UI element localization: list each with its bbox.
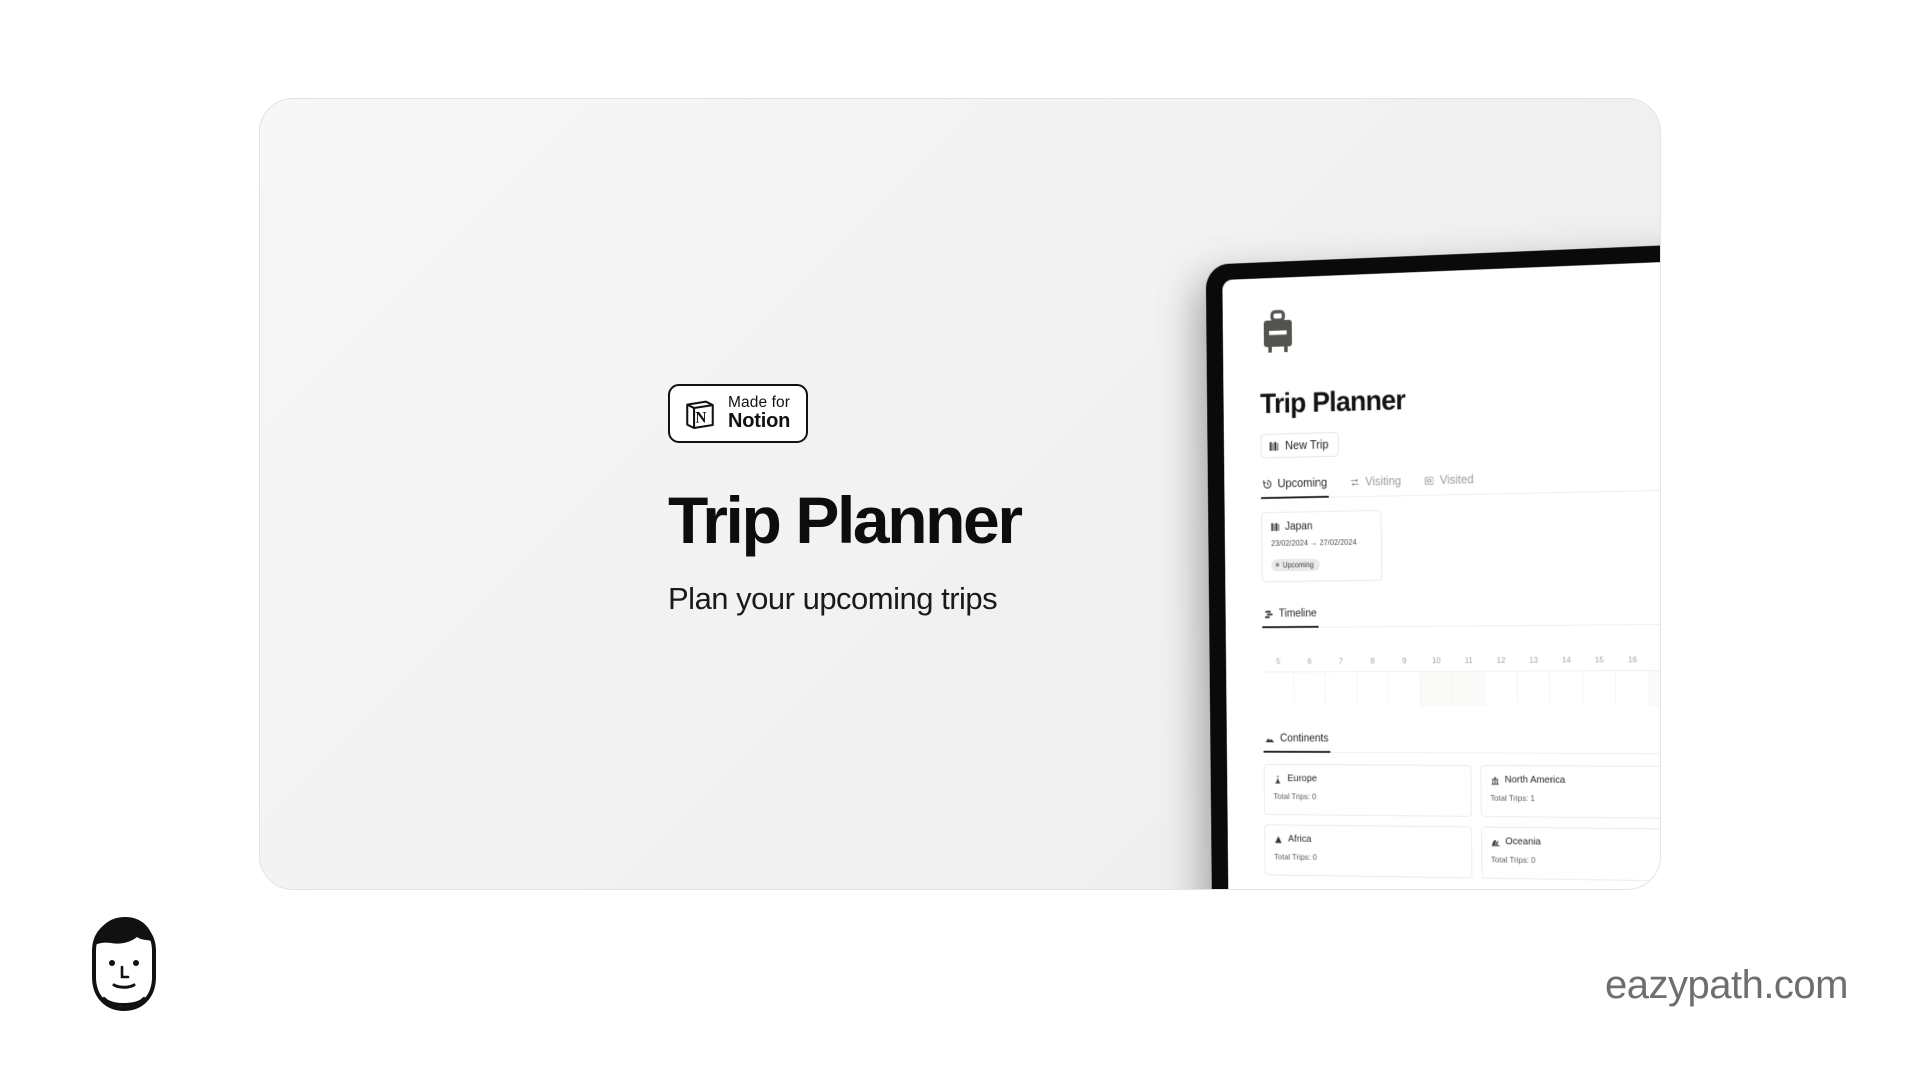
timeline-day: 13: [1529, 654, 1538, 665]
timeline-cell: [1615, 671, 1650, 707]
book-icon: [1269, 441, 1279, 452]
tablet-screen: Trip Planner New Trip Upcoming Visiting …: [1222, 252, 1660, 889]
section-tab-label: Continents: [1279, 732, 1329, 745]
section-tab-label: Timeline: [1278, 607, 1317, 620]
continent-trip-count: Total Trips: 0: [1274, 851, 1318, 862]
status-label: Upcoming: [1282, 560, 1314, 569]
timeline-cell: [1356, 672, 1389, 707]
flight-icon: [1350, 477, 1360, 488]
mountain-icon: [1265, 733, 1275, 743]
timeline-day: 11: [1464, 655, 1473, 665]
continents-grid: Europe Total Trips: 0 North America Total T…: [1263, 763, 1660, 889]
timeline-cell: [1420, 671, 1453, 707]
timeline-cell: [1582, 671, 1617, 707]
capitol-icon: [1490, 775, 1499, 785]
continent-name: Africa: [1287, 834, 1312, 845]
continent-card[interactable]: Oceania Total Trips: 0: [1480, 826, 1660, 882]
badge-brand-label: Notion: [728, 410, 791, 433]
continent-name: Oceania: [1505, 836, 1541, 848]
suitcase-icon: [1259, 275, 1660, 360]
tab-upcoming[interactable]: Upcoming: [1260, 470, 1330, 500]
view-tabs: Upcoming Visiting Visited: [1260, 451, 1660, 500]
tab-continents[interactable]: Continents: [1263, 727, 1331, 753]
tab-label: Upcoming: [1277, 475, 1328, 491]
site-url: eazypath.com: [1604, 963, 1849, 1007]
timeline-cell: [1649, 670, 1660, 707]
history-icon: [1263, 479, 1273, 490]
badge-made-for-label: Made for: [728, 394, 790, 411]
status-dot-icon: [1275, 562, 1280, 567]
timeline-day: 6: [1307, 656, 1312, 666]
continent-name: North America: [1504, 774, 1566, 786]
tab-visited[interactable]: Visited: [1423, 467, 1476, 496]
continent-card[interactable]: Europe Total Trips: 0: [1263, 763, 1472, 817]
timeline-cell: [1550, 671, 1584, 707]
avatar: [76, 905, 172, 1017]
status-badge: Upcoming: [1271, 558, 1320, 572]
continent-card[interactable]: Africa Total Trips: 0: [1264, 824, 1472, 879]
continents-section-tabs: Continents: [1263, 727, 1660, 756]
timeline-cell: [1293, 672, 1326, 707]
svg-text:N: N: [695, 409, 706, 426]
promo-card: N Made for Notion Trip Planner Plan your…: [259, 98, 1661, 890]
timeline-cell: [1484, 671, 1518, 707]
timeline-day: 14: [1561, 654, 1571, 665]
notion-page: Trip Planner New Trip Upcoming Visiting …: [1222, 252, 1660, 889]
continent-trip-count: Total Trips: 1: [1490, 792, 1535, 803]
continent-trip-count: Total Trips: 0: [1490, 854, 1536, 865]
continent-name: Europe: [1287, 773, 1317, 785]
tab-timeline[interactable]: Timeline: [1262, 602, 1319, 629]
timeline-day: 9: [1402, 655, 1407, 666]
timeline-day: 10: [1432, 655, 1441, 666]
tablet-device: Trip Planner New Trip Upcoming Visiting …: [1205, 235, 1660, 889]
tablet-bezel: Trip Planner New Trip Upcoming Visiting …: [1205, 235, 1660, 889]
timeline-grid: Japan Upcoming: [1262, 669, 1660, 707]
stamp-icon: [1424, 475, 1434, 486]
tab-label: Visited: [1439, 472, 1474, 487]
timeline-day: 5: [1276, 656, 1281, 666]
timeline-cell: [1388, 671, 1421, 707]
continent-card[interactable]: North America Total Trips: 1: [1479, 764, 1660, 819]
timeline-cell: [1517, 671, 1551, 707]
tab-visiting[interactable]: Visiting: [1348, 468, 1403, 497]
timeline-cell: [1262, 672, 1295, 707]
tab-label: Visiting: [1365, 474, 1402, 489]
timeline-section-tabs: Timeline: [1262, 593, 1660, 629]
app-title: Trip Planner: [1259, 384, 1406, 420]
timeline-cell: [1452, 671, 1486, 707]
timeline-day: 8: [1370, 655, 1375, 666]
timeline-day: 17: [1649, 654, 1660, 664]
timeline-day: 12: [1496, 655, 1506, 665]
timeline-day: 15: [1594, 654, 1604, 665]
trip-card[interactable]: Japan 23/02/2024 → 27/02/2024 Upcoming: [1261, 509, 1383, 582]
page-title: Trip Planner: [668, 483, 1023, 558]
made-for-notion-badge: N Made for Notion: [668, 384, 809, 444]
continent-trip-count: Total Trips: 0: [1273, 791, 1317, 802]
timeline-day: 7: [1338, 656, 1344, 666]
timeline-widget: March 5678910111213141516171819202122232…: [1262, 625, 1660, 707]
timeline-month-row: March: [1262, 625, 1660, 651]
timeline-day: 16: [1627, 654, 1638, 665]
pyramid-icon: [1274, 834, 1283, 844]
page-subtitle: Plan your upcoming trips: [668, 581, 998, 617]
timeline-cell: [1325, 672, 1358, 707]
new-trip-label: New Trip: [1285, 437, 1329, 453]
book-icon: [1271, 522, 1280, 532]
opera-icon: [1491, 837, 1500, 847]
tower-icon: [1273, 774, 1282, 784]
new-trip-button[interactable]: New Trip: [1260, 431, 1340, 459]
hero-text-column: N Made for Notion Trip Planner Plan your…: [668, 384, 1088, 619]
notion-cube-icon: N: [683, 397, 717, 431]
timeline-icon: [1264, 609, 1274, 619]
trip-card-name: Japan: [1284, 520, 1313, 533]
trip-card-dates: 23/02/2024 → 27/02/2024: [1271, 538, 1357, 548]
